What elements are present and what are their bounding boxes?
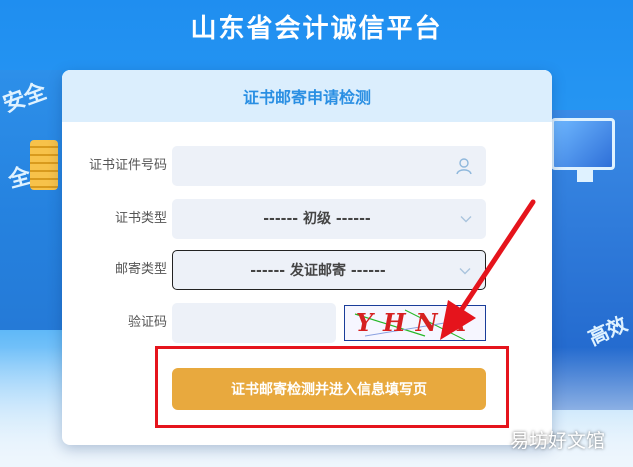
chevron-down-icon (460, 216, 472, 223)
captcha-text: YHNA (355, 308, 477, 337)
highlight-annotation (155, 346, 509, 428)
captcha-row: 验证码 YHNA (62, 303, 552, 343)
mail-type-selected: ------ 发证邮寄 ------ (250, 263, 386, 279)
cert-type-label: 证书类型 (114, 211, 167, 226)
mail-type-select[interactable]: ------ 发证邮寄 ------ (172, 250, 486, 290)
chevron-down-icon (459, 268, 471, 275)
captcha-field[interactable] (172, 303, 336, 343)
captcha-input[interactable] (172, 303, 336, 343)
cert-type-select[interactable]: ------ 初级 ------ (172, 199, 486, 239)
mail-type-label: 邮寄类型 (114, 262, 167, 277)
cert-type-selected: ------ 初级 ------ (263, 211, 371, 227)
coins-illustration (30, 140, 58, 190)
cert-id-field[interactable] (172, 146, 486, 186)
monitor-stand-illustration (577, 168, 593, 182)
cert-id-row: 证书证件号码 (62, 146, 552, 186)
captcha-image[interactable]: YHNA (344, 305, 486, 341)
card-heading: 证书邮寄申请检测 (62, 70, 552, 122)
cert-type-row: 证书类型 ------ 初级 ------ (62, 199, 552, 239)
captcha-label: 验证码 (127, 315, 167, 330)
watermark: 易坊好文馆 (509, 430, 605, 452)
user-icon (456, 158, 472, 175)
cert-id-label: 证书证件号码 (88, 158, 167, 173)
cert-id-input[interactable] (172, 146, 456, 186)
site-title: 山东省会计诚信平台 (190, 14, 443, 44)
monitor-illustration (551, 118, 615, 170)
mail-type-row: 邮寄类型 ------ 发证邮寄 ------ (62, 250, 552, 290)
